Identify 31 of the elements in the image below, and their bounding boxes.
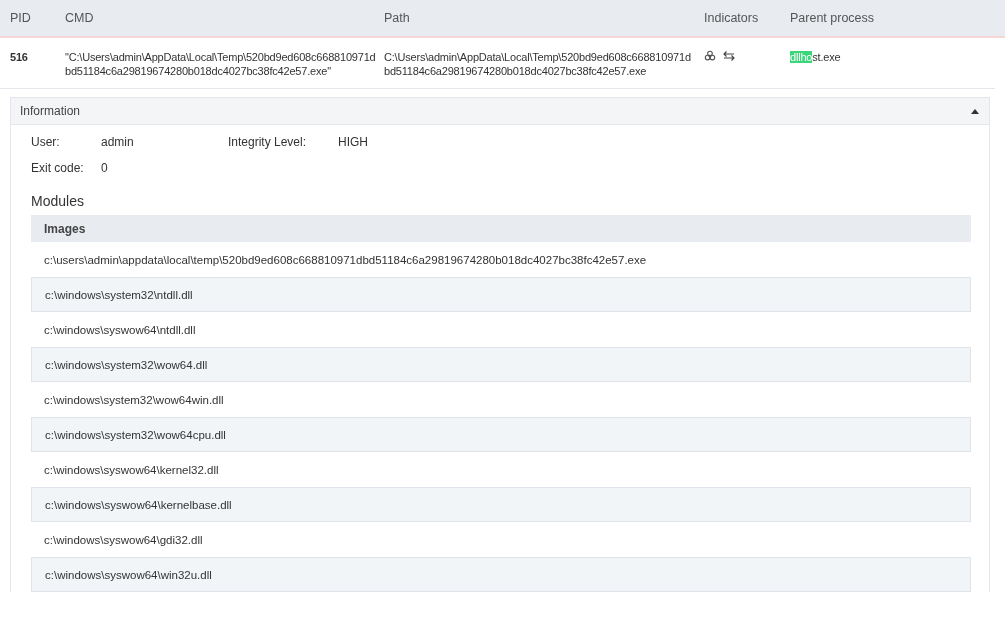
- column-header[interactable]: Indicators: [704, 11, 790, 25]
- arrows-exchange-icon: [722, 50, 736, 62]
- image-path-row: c:\windows\system32\wow64.dll: [31, 347, 971, 382]
- field-value: admin: [101, 135, 135, 149]
- panel-header[interactable]: Information: [11, 98, 989, 125]
- column-header[interactable]: CMD: [65, 11, 384, 25]
- image-path-row-text: c:\windows\syswow64\ntdll.dll: [43, 322, 197, 338]
- image-path-row-text: c:\windows\syswow64\gdi32.dll: [43, 532, 204, 548]
- image-path-row: c:\windows\syswow64\win32u.dll: [31, 557, 971, 592]
- image-path-row-text: c:\windows\syswow64\kernel32.dll: [43, 462, 220, 478]
- column-header[interactable]: Path: [384, 11, 704, 25]
- panel-title: Information: [20, 104, 81, 118]
- path-cell-text: C:\Users\admin\AppData\Local\Temp\520bd9ed608c668810971dbd51184c6a29819674280b018dc4027bc38fc42e57.exe: [384, 50, 692, 78]
- image-path-row: c:\windows\syswow64\kernelbase.dll: [31, 487, 971, 522]
- field-label: Exit code:: [31, 161, 85, 175]
- image-path-row: c:\windows\system32\ntdll.dll: [31, 277, 971, 312]
- images-header: Images: [31, 215, 971, 242]
- caret-icon[interactable]: [971, 108, 979, 114]
- column-header[interactable]: PID: [10, 11, 65, 25]
- field-label: Integrity Level:: [228, 135, 308, 149]
- field-value: HIGH: [338, 135, 369, 149]
- field-value: 0: [101, 161, 109, 175]
- column-header[interactable]: Parent process: [790, 11, 1005, 25]
- biohazard-icon: [704, 50, 716, 62]
- modules-heading: Modules: [31, 193, 85, 209]
- field-label: User:: [31, 135, 61, 149]
- image-path-row-text: c:\windows\system32\wow64win.dll: [43, 392, 225, 408]
- cmd-cell-text: "C:\Users\admin\AppData\Local\Temp\520bd9ed608c668810971dbd51184c6a29819674280b018dc4027bc38fc42e57.exe": [65, 50, 377, 78]
- image-path-row-text: c:\users\admin\appdata\local\temp\520bd9ed608c668810971dbd51184c6a29819674280b018dc4027bc38fc42e57.exe: [43, 252, 648, 268]
- pid-cell-text: 516: [10, 50, 29, 65]
- image-path-row: c:\windows\system32\wow64cpu.dll: [31, 417, 971, 452]
